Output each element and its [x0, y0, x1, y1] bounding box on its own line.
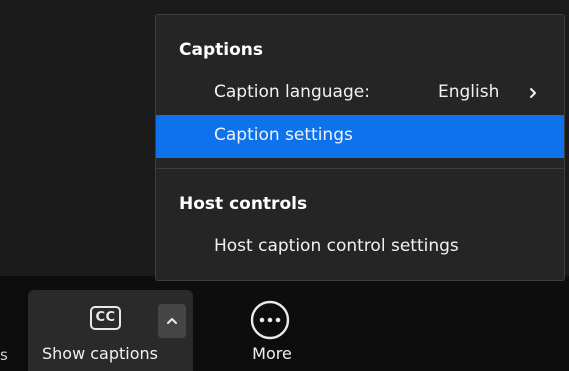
meeting-window: s CC Show captions More Captions Caption… [0, 0, 569, 371]
closed-captions-icon: CC [90, 306, 121, 330]
captions-button-group: CC Show captions [28, 290, 193, 371]
caption-settings-label: Caption settings [214, 125, 353, 145]
captions-menu: Captions Caption language: English Capti… [155, 14, 565, 281]
host-controls-heading: Host controls [179, 194, 308, 214]
show-captions-button[interactable]: CC Show captions [28, 290, 158, 371]
more-button[interactable]: More [236, 294, 306, 371]
chevron-up-icon [167, 318, 177, 324]
caption-language-label: Caption language: [214, 82, 370, 102]
captions-options-button[interactable] [158, 304, 186, 338]
caption-settings-item[interactable]: Caption settings [156, 115, 564, 158]
show-captions-label: Show captions [42, 344, 158, 363]
more-label: More [252, 344, 292, 363]
caption-language-value: English [438, 82, 500, 102]
toolbar-cut-off-label: s [0, 346, 8, 364]
host-caption-control-label: Host caption control settings [214, 236, 459, 256]
menu-divider [156, 168, 564, 169]
captions-heading: Captions [179, 40, 263, 60]
chevron-right-icon [530, 88, 536, 98]
caption-language-item[interactable]: Caption language: English [156, 72, 564, 115]
more-options-icon [250, 300, 290, 340]
host-caption-control-item[interactable]: Host caption control settings [156, 226, 564, 269]
